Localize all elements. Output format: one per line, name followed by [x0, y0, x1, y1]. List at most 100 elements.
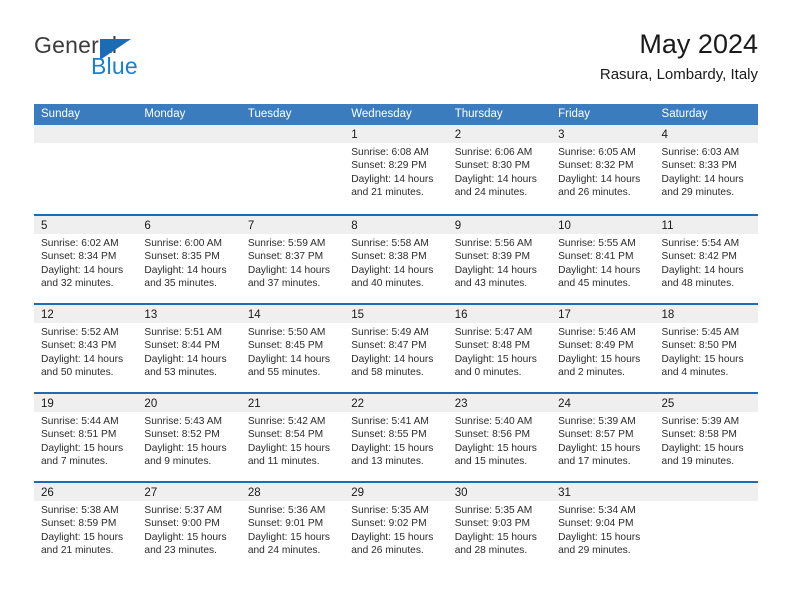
day-detail-line: Sunrise: 5:52 AM	[41, 327, 119, 338]
day-details: Sunrise: 6:02 AM Sunset: 8:34 PM Daylight:…	[34, 234, 137, 291]
title-block: May 2024 Rasura, Lombardy, Italy	[600, 28, 758, 84]
day-details: Sunrise: 5:51 AM Sunset: 8:44 PM Daylight:…	[137, 323, 240, 380]
day-number-band: 25	[654, 394, 758, 412]
day-number: 23	[454, 398, 468, 410]
calendar-grid: Sunday Monday Tuesday Wednesday Thursday Frid…	[34, 104, 758, 570]
day-cell-12[interactable]: 12 Sunrise: 5:52 AM Sunset: 8:43 PM Dayligh…	[34, 305, 138, 392]
day-cell-20[interactable]: 20 Sunrise: 5:43 AM Sunset: 8:52 PM Dayligh…	[137, 394, 241, 481]
day-detail-line: Sunset: 8:55 PM	[351, 429, 427, 441]
day-number-band: 20	[137, 394, 241, 412]
day-number-band: 2	[447, 125, 552, 143]
day-detail-line: Sunset: 8:54 PM	[247, 429, 324, 441]
day-cell-25[interactable]: 25 Sunrise: 5:39 AM Sunset: 8:58 PM Dayligh…	[654, 394, 758, 481]
day-number-band: 23	[447, 394, 552, 412]
day-detail-line: Sunset: 8:49 PM	[558, 340, 634, 352]
day-cell-7[interactable]: 7 Sunrise: 5:59 AM Sunset: 8:37 PM Daylight…	[240, 216, 345, 303]
day-cell-21[interactable]: 21 Sunrise: 5:42 AM Sunset: 8:54 PM Dayligh…	[240, 394, 345, 481]
day-cell-16[interactable]: 16 Sunrise: 5:47 AM Sunset: 8:48 PM Dayligh…	[447, 305, 552, 392]
day-detail-line: Sunset: 8:39 PM	[454, 251, 531, 263]
weekday-header-thursday: Thursday	[454, 108, 503, 120]
day-cell-13[interactable]: 13 Sunrise: 5:51 AM Sunset: 8:44 PM Dayligh…	[137, 305, 241, 392]
day-cell-19[interactable]: 19 Sunrise: 5:44 AM Sunset: 8:51 PM Dayligh…	[34, 394, 138, 481]
day-details: Sunrise: 5:35 AM Sunset: 9:03 PM Daylight:…	[448, 501, 551, 558]
day-detail-line: and 32 minutes.	[41, 278, 114, 290]
day-details: Sunrise: 5:37 AM Sunset: 9:00 PM Daylight:…	[137, 501, 240, 558]
day-number: 4	[661, 129, 668, 141]
day-detail-line: Daylight: 15 hours	[41, 531, 124, 543]
day-detail-line: Sunset: 8:42 PM	[661, 251, 737, 263]
day-cell-9[interactable]: 9 Sunrise: 5:56 AM Sunset: 8:39 PM Daylight…	[447, 216, 552, 303]
day-cell-23[interactable]: 23 Sunrise: 5:40 AM Sunset: 8:56 PM Dayligh…	[447, 394, 552, 481]
day-cell-22[interactable]: 22 Sunrise: 5:41 AM Sunset: 8:55 PM Dayligh…	[344, 394, 448, 481]
day-cell-24[interactable]: 24 Sunrise: 5:39 AM Sunset: 8:57 PM Dayligh…	[551, 394, 655, 481]
general-blue-logo[interactable]: General Blue	[34, 32, 264, 88]
day-details: Sunrise: 5:56 AM Sunset: 8:39 PM Daylight:…	[448, 234, 551, 291]
day-detail-line: and 29 minutes.	[661, 187, 735, 199]
day-number-band: 29	[344, 483, 448, 501]
day-cell-11[interactable]: 11 Sunrise: 5:54 AM Sunset: 8:42 PM Dayligh…	[654, 216, 758, 303]
day-cell-5[interactable]: 5 Sunrise: 6:02 AM Sunset: 8:34 PM Daylight…	[34, 216, 138, 303]
page-title: May 2024	[639, 29, 758, 59]
day-detail-line: Sunset: 8:47 PM	[351, 340, 427, 352]
day-cell-3[interactable]: 3 Sunrise: 6:05 AM Sunset: 8:32 PM Daylight…	[551, 125, 655, 214]
weekday-header-monday: Monday	[144, 108, 186, 120]
day-detail-line: Daylight: 15 hours	[351, 442, 434, 454]
day-cell-28[interactable]: 28 Sunrise: 5:36 AM Sunset: 9:01 PM Dayligh…	[240, 483, 345, 570]
calendar-week-row: 12 Sunrise: 5:52 AM Sunset: 8:43 PM Dayligh…	[34, 303, 758, 392]
day-detail-line: Sunrise: 5:51 AM	[144, 327, 223, 338]
day-detail-line: Daylight: 15 hours	[558, 442, 641, 454]
day-number: 18	[661, 309, 675, 321]
day-details: Sunrise: 5:54 AM Sunset: 8:42 PM Daylight:…	[655, 234, 758, 291]
day-cell-26[interactable]: 26 Sunrise: 5:38 AM Sunset: 8:59 PM Dayligh…	[34, 483, 138, 570]
day-detail-line: and 48 minutes.	[661, 278, 735, 290]
day-cell-15[interactable]: 15 Sunrise: 5:49 AM Sunset: 8:47 PM Dayligh…	[344, 305, 448, 392]
day-number-band: 6	[137, 216, 241, 234]
day-number: 19	[41, 398, 54, 410]
day-cell-17[interactable]: 17 Sunrise: 5:46 AM Sunset: 8:49 PM Dayligh…	[551, 305, 655, 392]
day-cell-empty	[654, 483, 758, 570]
day-details: Sunrise: 5:42 AM Sunset: 8:54 PM Daylight:…	[241, 412, 344, 469]
day-cell-1[interactable]: 1 Sunrise: 6:08 AM Sunset: 8:29 PM Daylight…	[344, 125, 448, 214]
day-detail-line: and 13 minutes.	[351, 456, 424, 468]
day-number: 8	[351, 220, 358, 232]
day-number-band: 7	[240, 216, 345, 234]
day-cell-27[interactable]: 27 Sunrise: 5:37 AM Sunset: 9:00 PM Dayligh…	[137, 483, 241, 570]
day-number-band: 16	[447, 305, 552, 323]
day-cell-8[interactable]: 8 Sunrise: 5:58 AM Sunset: 8:38 PM Daylight…	[344, 216, 448, 303]
day-cell-10[interactable]: 10 Sunrise: 5:55 AM Sunset: 8:41 PM Dayligh…	[551, 216, 655, 303]
day-cell-14[interactable]: 14 Sunrise: 5:50 AM Sunset: 8:45 PM Dayligh…	[240, 305, 345, 392]
day-detail-line: Sunrise: 5:34 AM	[558, 505, 636, 516]
day-cell-2[interactable]: 2 Sunrise: 6:06 AM Sunset: 8:30 PM Daylight…	[447, 125, 552, 214]
day-detail-line: Daylight: 14 hours	[454, 173, 537, 185]
day-cell-18[interactable]: 18 Sunrise: 5:45 AM Sunset: 8:50 PM Dayligh…	[654, 305, 758, 392]
day-detail-line: Sunrise: 5:39 AM	[558, 416, 636, 427]
day-detail-line: Daylight: 14 hours	[41, 264, 124, 276]
day-detail-line: Daylight: 14 hours	[558, 173, 641, 185]
day-detail-line: and 4 minutes.	[661, 367, 729, 379]
day-detail-line: and 29 minutes.	[558, 545, 631, 557]
day-number: 27	[144, 487, 158, 499]
day-number: 24	[558, 398, 571, 410]
day-cell-6[interactable]: 6 Sunrise: 6:00 AM Sunset: 8:35 PM Daylight…	[137, 216, 241, 303]
day-detail-line: Daylight: 15 hours	[558, 353, 641, 365]
day-number-band	[654, 483, 758, 501]
day-detail-line: and 58 minutes.	[351, 367, 424, 379]
day-number-band: 19	[34, 394, 138, 412]
day-cell-31[interactable]: 31 Sunrise: 5:34 AM Sunset: 9:04 PM Dayligh…	[551, 483, 655, 570]
day-detail-line: and 53 minutes.	[144, 367, 217, 379]
day-detail-line: and 55 minutes.	[247, 367, 321, 379]
day-cell-4[interactable]: 4 Sunrise: 6:03 AM Sunset: 8:33 PM Daylight…	[654, 125, 758, 214]
day-detail-line: and 40 minutes.	[351, 278, 424, 290]
day-detail-line: Sunrise: 5:45 AM	[661, 327, 740, 338]
day-detail-line: Sunrise: 5:46 AM	[558, 327, 636, 338]
day-detail-line: Sunrise: 5:38 AM	[41, 505, 119, 516]
day-detail-line: Daylight: 14 hours	[247, 353, 330, 365]
day-cell-30[interactable]: 30 Sunrise: 5:35 AM Sunset: 9:03 PM Dayligh…	[447, 483, 552, 570]
day-number-band	[34, 125, 138, 143]
day-detail-line: Sunrise: 6:00 AM	[144, 238, 223, 249]
day-number-band: 24	[551, 394, 655, 412]
day-details: Sunrise: 6:06 AM Sunset: 8:30 PM Daylight:…	[448, 143, 551, 200]
day-detail-line: Daylight: 15 hours	[247, 442, 330, 454]
day-cell-29[interactable]: 29 Sunrise: 5:35 AM Sunset: 9:02 PM Dayligh…	[344, 483, 448, 570]
day-details: Sunrise: 5:34 AM Sunset: 9:04 PM Daylight:…	[551, 501, 654, 558]
